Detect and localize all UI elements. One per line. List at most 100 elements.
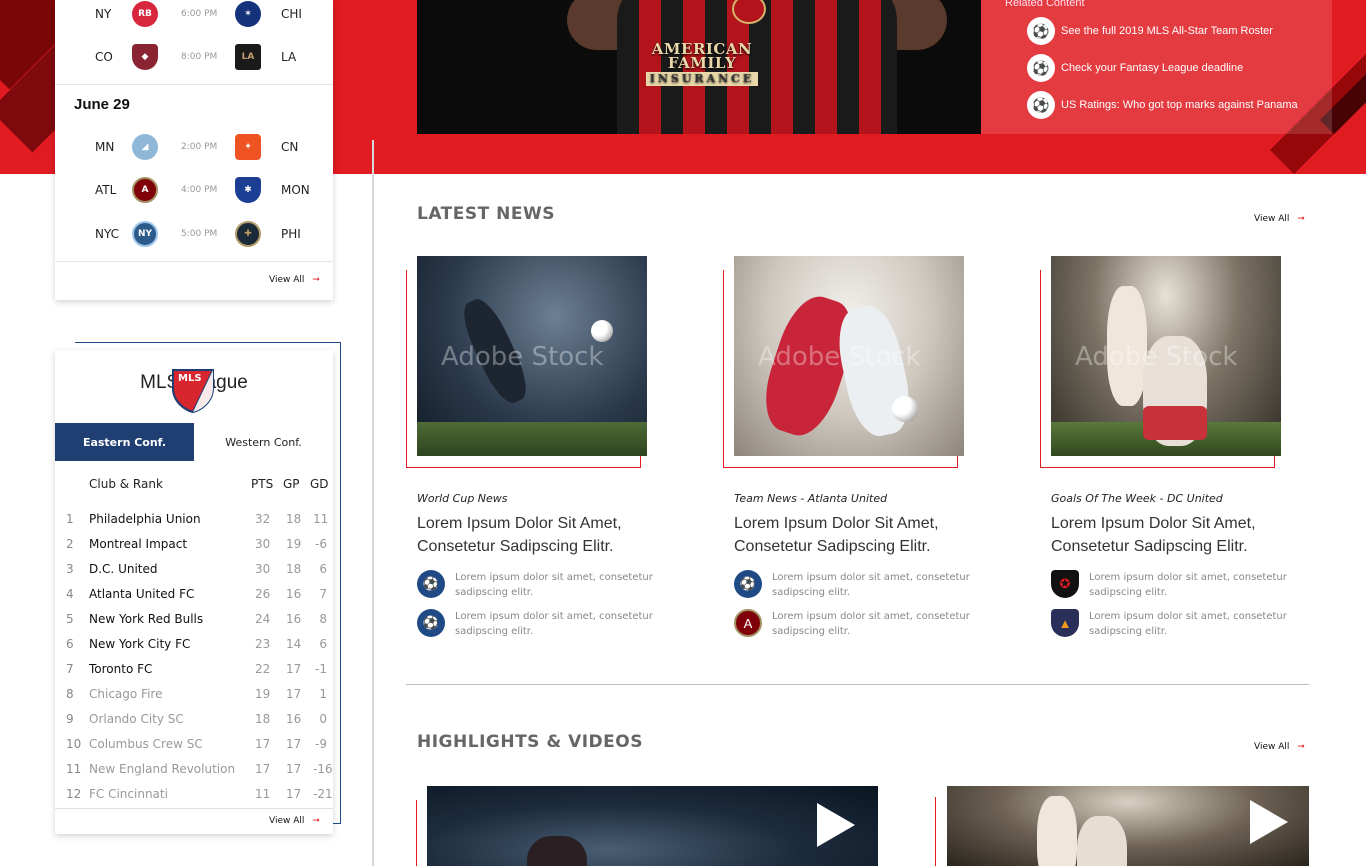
view-all-label: View All <box>269 275 305 285</box>
pts-cell: 23 <box>255 637 271 651</box>
latest-news-title: LATEST NEWS <box>417 204 555 224</box>
standings-row[interactable]: 1 Philadelphia Union 32 18 11 <box>55 507 333 532</box>
standings-card: MLS League MLS Eastern Conf. Western Con… <box>55 350 333 834</box>
match-row[interactable]: CO ◆ 8:00 PM LA LA <box>55 38 333 78</box>
news-sub-text: Lorem ipsum dolor sit amet, consetetur s… <box>772 572 970 598</box>
news-category[interactable]: Team News - Atlanta United <box>734 492 887 505</box>
match-row[interactable]: NY RB 6:00 PM ✶ CHI <box>55 0 333 35</box>
news-headline[interactable]: Lorem Ipsum Dolor Sit Amet, Consetetur S… <box>1051 512 1291 558</box>
match-row[interactable]: MN ◢ 2:00 PM ✦ CN <box>55 128 333 168</box>
pts-cell: 26 <box>255 587 271 601</box>
player-figure <box>1077 816 1127 866</box>
gp-cell: 19 <box>286 537 302 551</box>
news-image[interactable]: Adobe Stock <box>417 256 647 456</box>
standings-row[interactable]: 9 Orlando City SC 18 16 0 <box>55 707 333 732</box>
related-item[interactable]: ⚽ Check your Fantasy League deadline <box>1027 54 1243 82</box>
soccer-ball-icon: ⚽ <box>417 570 445 598</box>
pts-cell: 18 <box>255 712 271 726</box>
club-cell: FC Cincinnati <box>89 787 168 801</box>
chicago-fire-logo-icon: ✶ <box>235 1 261 27</box>
news-category[interactable]: World Cup News <box>417 492 508 505</box>
standings-row[interactable]: 7 Toronto FC 22 17 -1 <box>55 657 333 682</box>
gp-cell: 16 <box>286 612 302 626</box>
news-image[interactable]: Adobe Stock <box>1051 256 1281 456</box>
standings-row[interactable]: 4 Atlanta United FC 26 16 7 <box>55 582 333 607</box>
mls-crest-icon: MLS <box>172 369 214 414</box>
stock-watermark: Adobe Stock <box>758 342 921 372</box>
standings-row[interactable]: 6 New York City FC 23 14 6 <box>55 632 333 657</box>
club-cell: Atlanta United FC <box>89 587 195 601</box>
standings-row[interactable]: 5 New York Red Bulls 24 16 8 <box>55 607 333 632</box>
news-sub-item[interactable]: ▲ Lorem ipsum dolor sit amet, consetetur… <box>1051 609 1291 639</box>
divider <box>55 261 333 262</box>
gd-cell: 6 <box>319 562 327 576</box>
news-sub-item[interactable]: ⚽ Lorem ipsum dolor sit amet, consetetur… <box>734 570 974 600</box>
match-row[interactable]: NYC NY 5:00 PM ✚ PHI <box>55 215 333 255</box>
rank-cell: 10 <box>66 737 82 751</box>
news-sub-item[interactable]: ⚽ Lorem ipsum dolor sit amet, consetetur… <box>417 570 657 600</box>
soccer-ball-icon: ⚽ <box>417 609 445 637</box>
column-header-pts: PTS <box>251 477 274 491</box>
schedule-view-all-link[interactable]: View All ➞ <box>269 275 320 285</box>
club-cell: Toronto FC <box>89 662 153 676</box>
club-cell: Orlando City SC <box>89 712 184 726</box>
video-thumbnail[interactable] <box>427 786 878 866</box>
rank-cell: 5 <box>66 612 74 626</box>
player-figure <box>1037 796 1077 866</box>
hero-image[interactable]: AMERICAN FAMILY INSURANCE <box>417 0 981 134</box>
match-row[interactable]: ATL A 4:00 PM ✱ MON <box>55 171 333 211</box>
highlights-view-all-link[interactable]: View All ➞ <box>1254 742 1305 752</box>
news-card[interactable]: Adobe Stock Team News - Atlanta United L… <box>723 256 994 656</box>
related-item[interactable]: ⚽ See the full 2019 MLS All-Star Team Ro… <box>1027 17 1273 45</box>
tab-western-conf[interactable]: Western Conf. <box>194 423 333 461</box>
column-divider <box>372 140 374 866</box>
arrow-right-icon: ➞ <box>312 275 320 285</box>
related-item[interactable]: ⚽ US Ratings: Who got top marks against … <box>1027 91 1298 119</box>
gd-cell: -1 <box>315 662 327 676</box>
play-icon[interactable] <box>817 803 855 847</box>
jersey-sponsor: AMERICAN FAMILY INSURANCE <box>627 42 777 86</box>
standings-row[interactable]: 12 FC Cincinnati 11 17 -21 <box>55 782 333 807</box>
lafc-logo-icon: LA <box>235 44 261 70</box>
news-headline[interactable]: Lorem Ipsum Dolor Sit Amet, Consetetur S… <box>417 512 657 558</box>
gp-cell: 18 <box>286 562 302 576</box>
news-card[interactable]: Adobe Stock World Cup News Lorem Ipsum D… <box>406 256 677 656</box>
standings-row[interactable]: 8 Chicago Fire 19 17 1 <box>55 682 333 707</box>
play-icon[interactable] <box>1250 800 1288 844</box>
news-card[interactable]: Adobe Stock Goals Of The Week - DC Unite… <box>1040 256 1311 656</box>
arrow-right-icon: ➞ <box>312 816 320 826</box>
gp-cell: 17 <box>286 687 302 701</box>
news-sub-item[interactable]: A Lorem ipsum dolor sit amet, consetetur… <box>734 609 974 639</box>
news-headline[interactable]: Lorem Ipsum Dolor Sit Amet, Consetetur S… <box>734 512 974 558</box>
club-cell: Columbus Crew SC <box>89 737 203 751</box>
news-sub-text: Lorem ipsum dolor sit amet, consetetur s… <box>455 572 653 598</box>
standings-row[interactable]: 10 Columbus Crew SC 17 17 -9 <box>55 732 333 757</box>
standings-row[interactable]: 11 New England Revolution 17 17 -16 <box>55 757 333 782</box>
standings-row[interactable]: 2 Montreal Impact 30 19 -6 <box>55 532 333 557</box>
news-category[interactable]: Goals Of The Week - DC United <box>1051 492 1223 505</box>
player-shorts <box>1143 406 1207 440</box>
news-sub-item[interactable]: ⚽ Lorem ipsum dolor sit amet, consetetur… <box>417 609 657 639</box>
related-item-label: Check your Fantasy League deadline <box>1061 62 1244 74</box>
home-team: CO <box>95 50 113 64</box>
video-thumbnail[interactable] <box>947 786 1309 866</box>
away-team: PHI <box>281 227 301 241</box>
pts-cell: 19 <box>255 687 271 701</box>
rank-cell: 2 <box>66 537 74 551</box>
standings-row[interactable]: 3 D.C. United 30 18 6 <box>55 557 333 582</box>
news-sub-text: Lorem ipsum dolor sit amet, consetetur s… <box>1089 572 1287 598</box>
philadelphia-logo-icon: ✚ <box>235 221 261 247</box>
match-time: 8:00 PM <box>181 52 218 62</box>
news-view-all-link[interactable]: View All ➞ <box>1254 214 1305 224</box>
soccer-ball-icon: ⚽ <box>734 570 762 598</box>
minnesota-logo-icon: ◢ <box>132 134 158 160</box>
column-header-gd: GD <box>310 477 329 491</box>
soccer-ball-icon <box>892 396 918 422</box>
nycfc-logo-icon: NY <box>132 221 158 247</box>
news-sub-item[interactable]: ✪ Lorem ipsum dolor sit amet, consetetur… <box>1051 570 1291 600</box>
tab-eastern-conf[interactable]: Eastern Conf. <box>55 423 194 461</box>
news-image[interactable]: Adobe Stock <box>734 256 964 456</box>
gd-cell: -21 <box>313 787 333 801</box>
standings-view-all-link[interactable]: View All ➞ <box>269 816 320 826</box>
column-header-gp: GP <box>283 477 300 491</box>
